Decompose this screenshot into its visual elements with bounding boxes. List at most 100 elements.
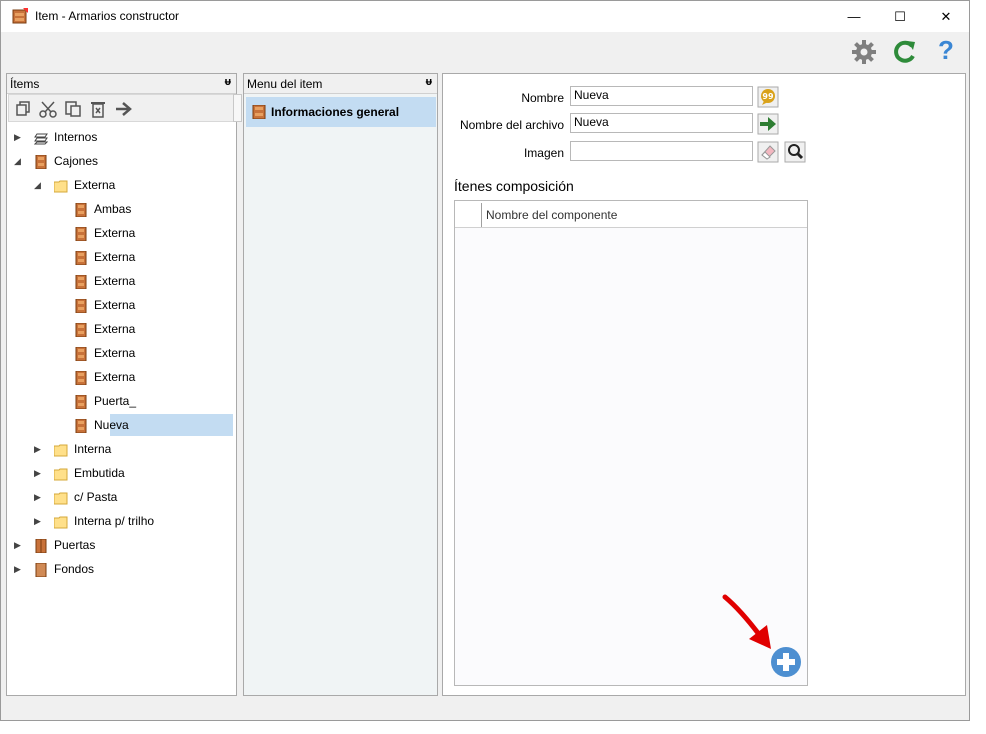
nombre-label: Nombre	[521, 91, 564, 105]
tree-item[interactable]: ▶ Puertas	[7, 534, 235, 556]
app-icon	[12, 8, 28, 24]
tree-item[interactable]: Ambas	[7, 198, 235, 220]
search-image-button[interactable]	[784, 141, 806, 163]
items-panel: Ítems ᵾ ▶ Internos ◢ Cajones ◢ Externa A…	[6, 73, 242, 696]
menu-panel-title: Menu del item	[247, 77, 323, 91]
archivo-label: Nombre del archivo	[459, 118, 564, 132]
tree-item[interactable]: Externa	[7, 342, 235, 364]
paste-icon[interactable]	[64, 100, 82, 118]
tree-item-label: Puertas	[54, 538, 96, 552]
tree-item[interactable]: ▶ Embutida	[7, 462, 235, 484]
tree-toolbar-scroll[interactable]	[233, 94, 242, 122]
tree-item[interactable]: ▶ Internos	[7, 126, 235, 148]
gear-icon[interactable]	[851, 39, 877, 65]
tree-item[interactable]: ◢ Externa	[7, 174, 235, 196]
imagen-input[interactable]	[570, 141, 753, 161]
items-panel-title: Ítems	[10, 77, 40, 91]
help-button[interactable]: ?	[933, 37, 959, 63]
move-icon[interactable]	[114, 100, 132, 118]
expand-arrow-icon[interactable]: ▶	[14, 126, 24, 148]
annotation-arrow-icon	[722, 594, 771, 649]
cabinet-icon	[74, 322, 88, 338]
cut-icon[interactable]	[39, 100, 57, 118]
pin-icon[interactable]: ᵾ	[426, 76, 432, 88]
items-panel-header: Ítems ᵾ	[7, 74, 236, 94]
expand-arrow-icon[interactable]: ▶	[14, 558, 24, 580]
delete-icon[interactable]	[89, 100, 107, 118]
add-component-button[interactable]	[770, 646, 802, 678]
copy-icon[interactable]	[14, 100, 32, 118]
menu-panel-header: Menu del item ᵾ	[244, 74, 437, 94]
menu-item-label: Informaciones general	[271, 105, 400, 119]
tree-item-label: Externa	[94, 226, 136, 240]
speech-bubble-icon: 99	[757, 86, 779, 108]
expand-arrow-icon[interactable]: ▶	[34, 486, 44, 508]
clear-image-button[interactable]	[757, 141, 779, 163]
tree-item-label: Embutida	[74, 466, 125, 480]
menu-item-informaciones-general[interactable]: Informaciones general	[246, 97, 436, 127]
cabinet-icon	[74, 418, 88, 434]
tree-item-label: Externa	[94, 322, 136, 336]
tree-item[interactable]: ▶ c/ Pasta	[7, 486, 235, 508]
folder-icon	[53, 490, 68, 505]
apply-filename-button[interactable]	[757, 113, 779, 135]
tree-item-label: Fondos	[54, 562, 95, 576]
cabinet-icon	[74, 250, 88, 266]
folder-icon	[53, 466, 68, 481]
expand-arrow-icon[interactable]: ▶	[34, 510, 44, 532]
cabinet-icon	[252, 105, 266, 119]
minimize-button[interactable]: —	[831, 1, 877, 32]
tree-item[interactable]: Externa	[7, 222, 235, 244]
tree-item-label: Externa	[94, 370, 136, 384]
expand-arrow-icon[interactable]: ▶	[34, 462, 44, 484]
eraser-icon	[757, 141, 779, 163]
tree-item[interactable]: Externa	[7, 270, 235, 292]
cabinet-icon	[74, 346, 88, 362]
tree-item-label: Interna p/ trilho	[74, 514, 155, 528]
tree-item[interactable]: ◢ Cajones	[7, 150, 235, 172]
tree-item-label: c/ Pasta	[74, 490, 118, 504]
translate-button[interactable]: 99	[757, 86, 779, 108]
tree-item-label: Cajones	[54, 154, 99, 168]
tree-item[interactable]: ▶ Interna p/ trilho	[7, 510, 235, 532]
svg-text:99: 99	[762, 92, 774, 101]
tree-item[interactable]: Nueva	[75, 414, 233, 436]
imagen-label: Imagen	[523, 146, 564, 160]
window-title: Item - Armarios constructor	[35, 9, 180, 23]
tree-item-label: Nueva	[94, 418, 129, 432]
tree-item-label: Externa	[94, 250, 136, 264]
grid-header: Nombre del componente	[455, 201, 807, 228]
tree-item[interactable]: Externa	[7, 246, 235, 268]
close-button[interactable]: ✕	[923, 1, 969, 32]
menu-panel: Menu del item ᵾ Informaciones general	[243, 73, 438, 696]
tree-item-label: Ambas	[94, 202, 132, 216]
grid-column-header[interactable]: Nombre del componente	[486, 208, 617, 222]
cabinet-icon	[74, 394, 88, 410]
folder-icon	[53, 178, 68, 193]
tree-item[interactable]: Externa	[7, 366, 235, 388]
tree-item[interactable]: ▶ Fondos	[7, 558, 235, 580]
archivo-input[interactable]: Nueva	[570, 113, 753, 133]
search-icon	[784, 141, 806, 163]
expand-arrow-icon[interactable]: ▶	[34, 438, 44, 460]
grid-header-separator	[481, 203, 482, 227]
tree-item-label: Internos	[54, 130, 98, 144]
expand-arrow-icon[interactable]: ▶	[14, 534, 24, 556]
maximize-button[interactable]: ☐	[877, 1, 923, 32]
cabinet-icon	[74, 274, 88, 290]
tree-item[interactable]: ▶ Interna	[7, 438, 235, 460]
main-window: Item - Armarios constructor — ☐ ✕ ? Ítem…	[0, 0, 970, 721]
folder-icon	[53, 442, 68, 457]
refresh-icon[interactable]	[892, 39, 918, 65]
collapse-arrow-icon[interactable]: ◢	[14, 150, 24, 172]
pin-icon[interactable]: ᵾ	[225, 76, 231, 88]
tree-item[interactable]: Puerta_	[7, 390, 235, 412]
tree-item[interactable]: Externa	[7, 318, 235, 340]
cabinet-icon	[34, 154, 48, 170]
tree-item[interactable]: Externa	[7, 294, 235, 316]
nombre-input[interactable]: Nueva	[570, 86, 753, 106]
cabinet-icon	[74, 226, 88, 242]
tree-item-label: Externa	[94, 274, 136, 288]
collapse-arrow-icon[interactable]: ◢	[34, 174, 44, 196]
arrow-right-icon	[757, 113, 779, 135]
